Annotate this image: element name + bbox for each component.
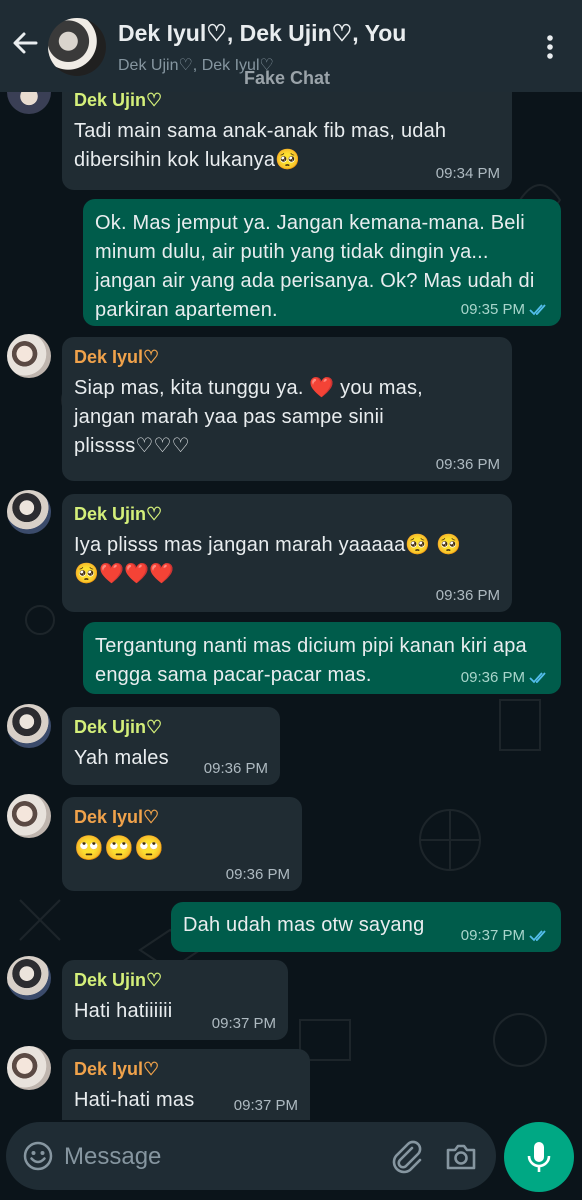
incoming-message[interactable]: Dek Ujin♡ Tadi main sama anak-anak fib m… (62, 92, 512, 190)
double-check-icon (529, 303, 546, 315)
message-text: Iya plisss mas jangan marah yaaaaa🥺 🥺🥺❤️… (74, 534, 462, 585)
message-time: 09:37 PM (211, 1015, 276, 1032)
group-avatar[interactable] (48, 18, 106, 76)
sender-name: Dek Iyul♡ (74, 347, 160, 367)
avatar[interactable] (7, 92, 51, 114)
message-text: 🙄🙄🙄 (74, 835, 165, 862)
outgoing-message[interactable]: Ok. Mas jemput ya. Jangan kemana-mana. B… (83, 199, 561, 326)
message-meta: 09:36 PM (461, 669, 549, 686)
message-meta: 09:37 PM (212, 1015, 276, 1032)
avatar[interactable] (7, 704, 51, 748)
incoming-message[interactable]: Dek Iyul♡ Hati-hati mas 09:37 PM (62, 1049, 310, 1120)
sender-name: Dek Ujin♡ (74, 717, 163, 737)
sender-name: Dek Iyul♡ (74, 1059, 160, 1079)
fake-chat-watermark: Fake Chat (244, 68, 331, 88)
message-time: 09:34 PM (435, 165, 500, 182)
back-arrow-icon[interactable] (10, 28, 40, 58)
sender-name: Dek Ujin♡ (74, 504, 163, 524)
message-meta: 09:36 PM (436, 587, 500, 604)
message-time: 09:36 PM (435, 587, 500, 604)
chat-title[interactable]: Dek Iyul♡, Dek Ujin♡, You (118, 20, 406, 47)
microphone-icon (527, 1142, 551, 1172)
camera-icon[interactable] (444, 1140, 478, 1174)
double-check-icon (529, 671, 546, 683)
incoming-message[interactable]: Dek Ujin♡ Yah males 09:36 PM (62, 707, 280, 785)
message-time: 09:36 PM (203, 760, 268, 777)
message-text: Siap mas, kita tunggu ya. ❤️ you mas, ja… (74, 377, 423, 457)
avatar[interactable] (7, 334, 51, 378)
voice-record-button[interactable] (504, 1122, 574, 1192)
message-time: 09:36 PM (225, 866, 290, 883)
message-time: 09:37 PM (460, 927, 525, 944)
incoming-message[interactable]: Dek Iyul♡ Siap mas, kita tunggu ya. ❤️ y… (62, 337, 512, 481)
double-check-icon (529, 929, 546, 941)
avatar[interactable] (7, 794, 51, 838)
message-meta: 09:37 PM (461, 927, 549, 944)
outgoing-message[interactable]: Tergantung nanti mas dicium pipi kanan k… (83, 622, 561, 694)
message-meta: 09:36 PM (436, 456, 500, 473)
message-time: 09:37 PM (233, 1097, 298, 1114)
message-meta: 09:35 PM (461, 301, 549, 318)
message-list[interactable]: Dek Ujin♡ Tadi main sama anak-anak fib m… (0, 92, 582, 1120)
message-input[interactable] (62, 1138, 366, 1176)
incoming-message[interactable]: Dek Iyul♡ 🙄🙄🙄 09:36 PM (62, 797, 302, 891)
message-time: 09:36 PM (460, 669, 525, 686)
sender-name: Dek Ujin♡ (74, 970, 163, 990)
outgoing-message[interactable]: Dah udah mas otw sayang 09:37 PM (171, 902, 561, 952)
avatar[interactable] (7, 1046, 51, 1090)
message-meta: 09:36 PM (226, 866, 290, 883)
emoji-icon[interactable] (22, 1140, 54, 1172)
message-meta: 09:36 PM (204, 760, 268, 777)
avatar[interactable] (7, 490, 51, 534)
incoming-message[interactable]: Dek Ujin♡ Hati hatiiiiii 09:37 PM (62, 960, 288, 1040)
message-composer (6, 1122, 496, 1190)
paperclip-icon[interactable] (390, 1140, 424, 1174)
avatar[interactable] (7, 956, 51, 1000)
message-time: 09:35 PM (460, 301, 525, 318)
incoming-message[interactable]: Dek Ujin♡ Iya plisss mas jangan marah ya… (62, 494, 512, 612)
message-time: 09:36 PM (435, 456, 500, 473)
sender-name: Dek Ujin♡ (74, 92, 163, 110)
sender-name: Dek Iyul♡ (74, 807, 160, 827)
message-meta: 09:37 PM (234, 1097, 298, 1114)
more-options-icon[interactable] (540, 32, 560, 62)
message-meta: 09:34 PM (436, 165, 500, 182)
